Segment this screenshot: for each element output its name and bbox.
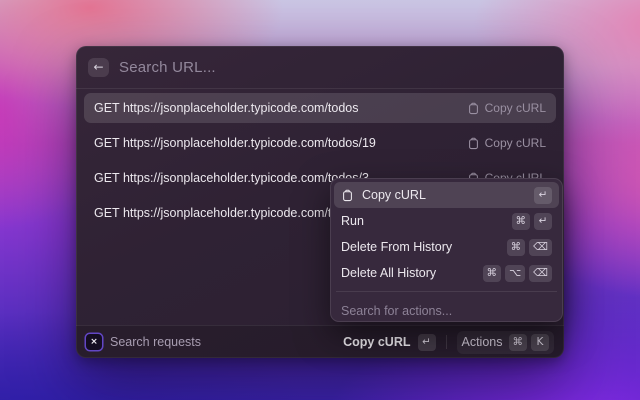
actions-search-input[interactable]: Search for actions...	[334, 297, 559, 325]
actions-divider	[336, 291, 557, 292]
clipboard-icon	[341, 189, 354, 202]
extension-icon: ×	[86, 334, 102, 350]
key-badge: ↵	[534, 213, 552, 230]
search-header: ← Search URL...	[76, 46, 564, 88]
return-key-icon: ↵	[418, 334, 436, 351]
actions-list: Copy cURL ↵ Run ⌘↵ Delete From History ⌘…	[334, 182, 559, 286]
primary-action-label: Copy cURL	[343, 335, 410, 349]
action-item[interactable]: Delete From History ⌘⌫	[334, 234, 559, 260]
clipboard-icon	[467, 137, 480, 150]
footer-separator	[446, 335, 447, 349]
key-badge: ⌘	[483, 265, 502, 282]
request-accessory: Copy cURL	[467, 101, 546, 115]
request-row[interactable]: GET https://jsonplaceholder.typicode.com…	[84, 128, 556, 158]
request-accessory: Copy cURL	[467, 136, 546, 150]
search-url-input[interactable]: Search URL...	[119, 59, 552, 76]
action-item[interactable]: Run ⌘↵	[334, 208, 559, 234]
footer-bar: × Search requests Copy cURL ↵ Actions ⌘K	[76, 325, 564, 358]
back-button[interactable]: ←	[88, 58, 109, 77]
request-title: GET https://jsonplaceholder.typicode.com…	[94, 206, 369, 220]
request-accessory-label: Copy cURL	[485, 136, 546, 150]
back-arrow-icon: ←	[93, 60, 103, 74]
actions-button-label: Actions	[462, 335, 503, 349]
key-badge: ⌘	[512, 213, 531, 230]
clipboard-icon	[467, 102, 480, 115]
action-item-keys: ⌘⌥⌫	[483, 265, 552, 282]
action-item-label: Copy cURL	[362, 188, 426, 202]
action-item[interactable]: Copy cURL ↵	[334, 182, 559, 208]
key-badge: ⌫	[529, 239, 552, 256]
action-item-keys: ⌘⌫	[507, 239, 552, 256]
key-badge: ⌘	[507, 239, 526, 256]
request-accessory-label: Copy cURL	[485, 101, 546, 115]
action-item[interactable]: Delete All History ⌘⌥⌫	[334, 260, 559, 286]
actions-button[interactable]: Actions ⌘K	[457, 331, 555, 354]
action-item-label: Delete All History	[341, 266, 436, 280]
request-row[interactable]: GET https://jsonplaceholder.typicode.com…	[84, 93, 556, 123]
command-palette-window: ← Search URL... GET https://jsonplacehol…	[76, 46, 564, 358]
request-title: GET https://jsonplaceholder.typicode.com…	[94, 101, 359, 115]
actions-popover: Copy cURL ↵ Run ⌘↵ Delete From History ⌘…	[330, 178, 563, 322]
request-title: GET https://jsonplaceholder.typicode.com…	[94, 171, 369, 185]
footer-command-label: Search requests	[110, 335, 201, 349]
key-badge: ⌫	[529, 265, 552, 282]
action-item-keys: ↵	[534, 187, 552, 204]
key-badge: ↵	[534, 187, 552, 204]
action-item-keys: ⌘↵	[512, 213, 553, 230]
action-item-label: Run	[341, 214, 364, 228]
action-item-label: Delete From History	[341, 240, 452, 254]
key-badge: ⌥	[505, 265, 525, 282]
key-badge: ⌘	[509, 334, 528, 351]
request-title: GET https://jsonplaceholder.typicode.com…	[94, 136, 376, 150]
primary-action-button[interactable]: Copy cURL ↵	[343, 334, 435, 351]
key-badge: K	[531, 334, 549, 351]
actions-button-keys: ⌘K	[509, 334, 550, 351]
